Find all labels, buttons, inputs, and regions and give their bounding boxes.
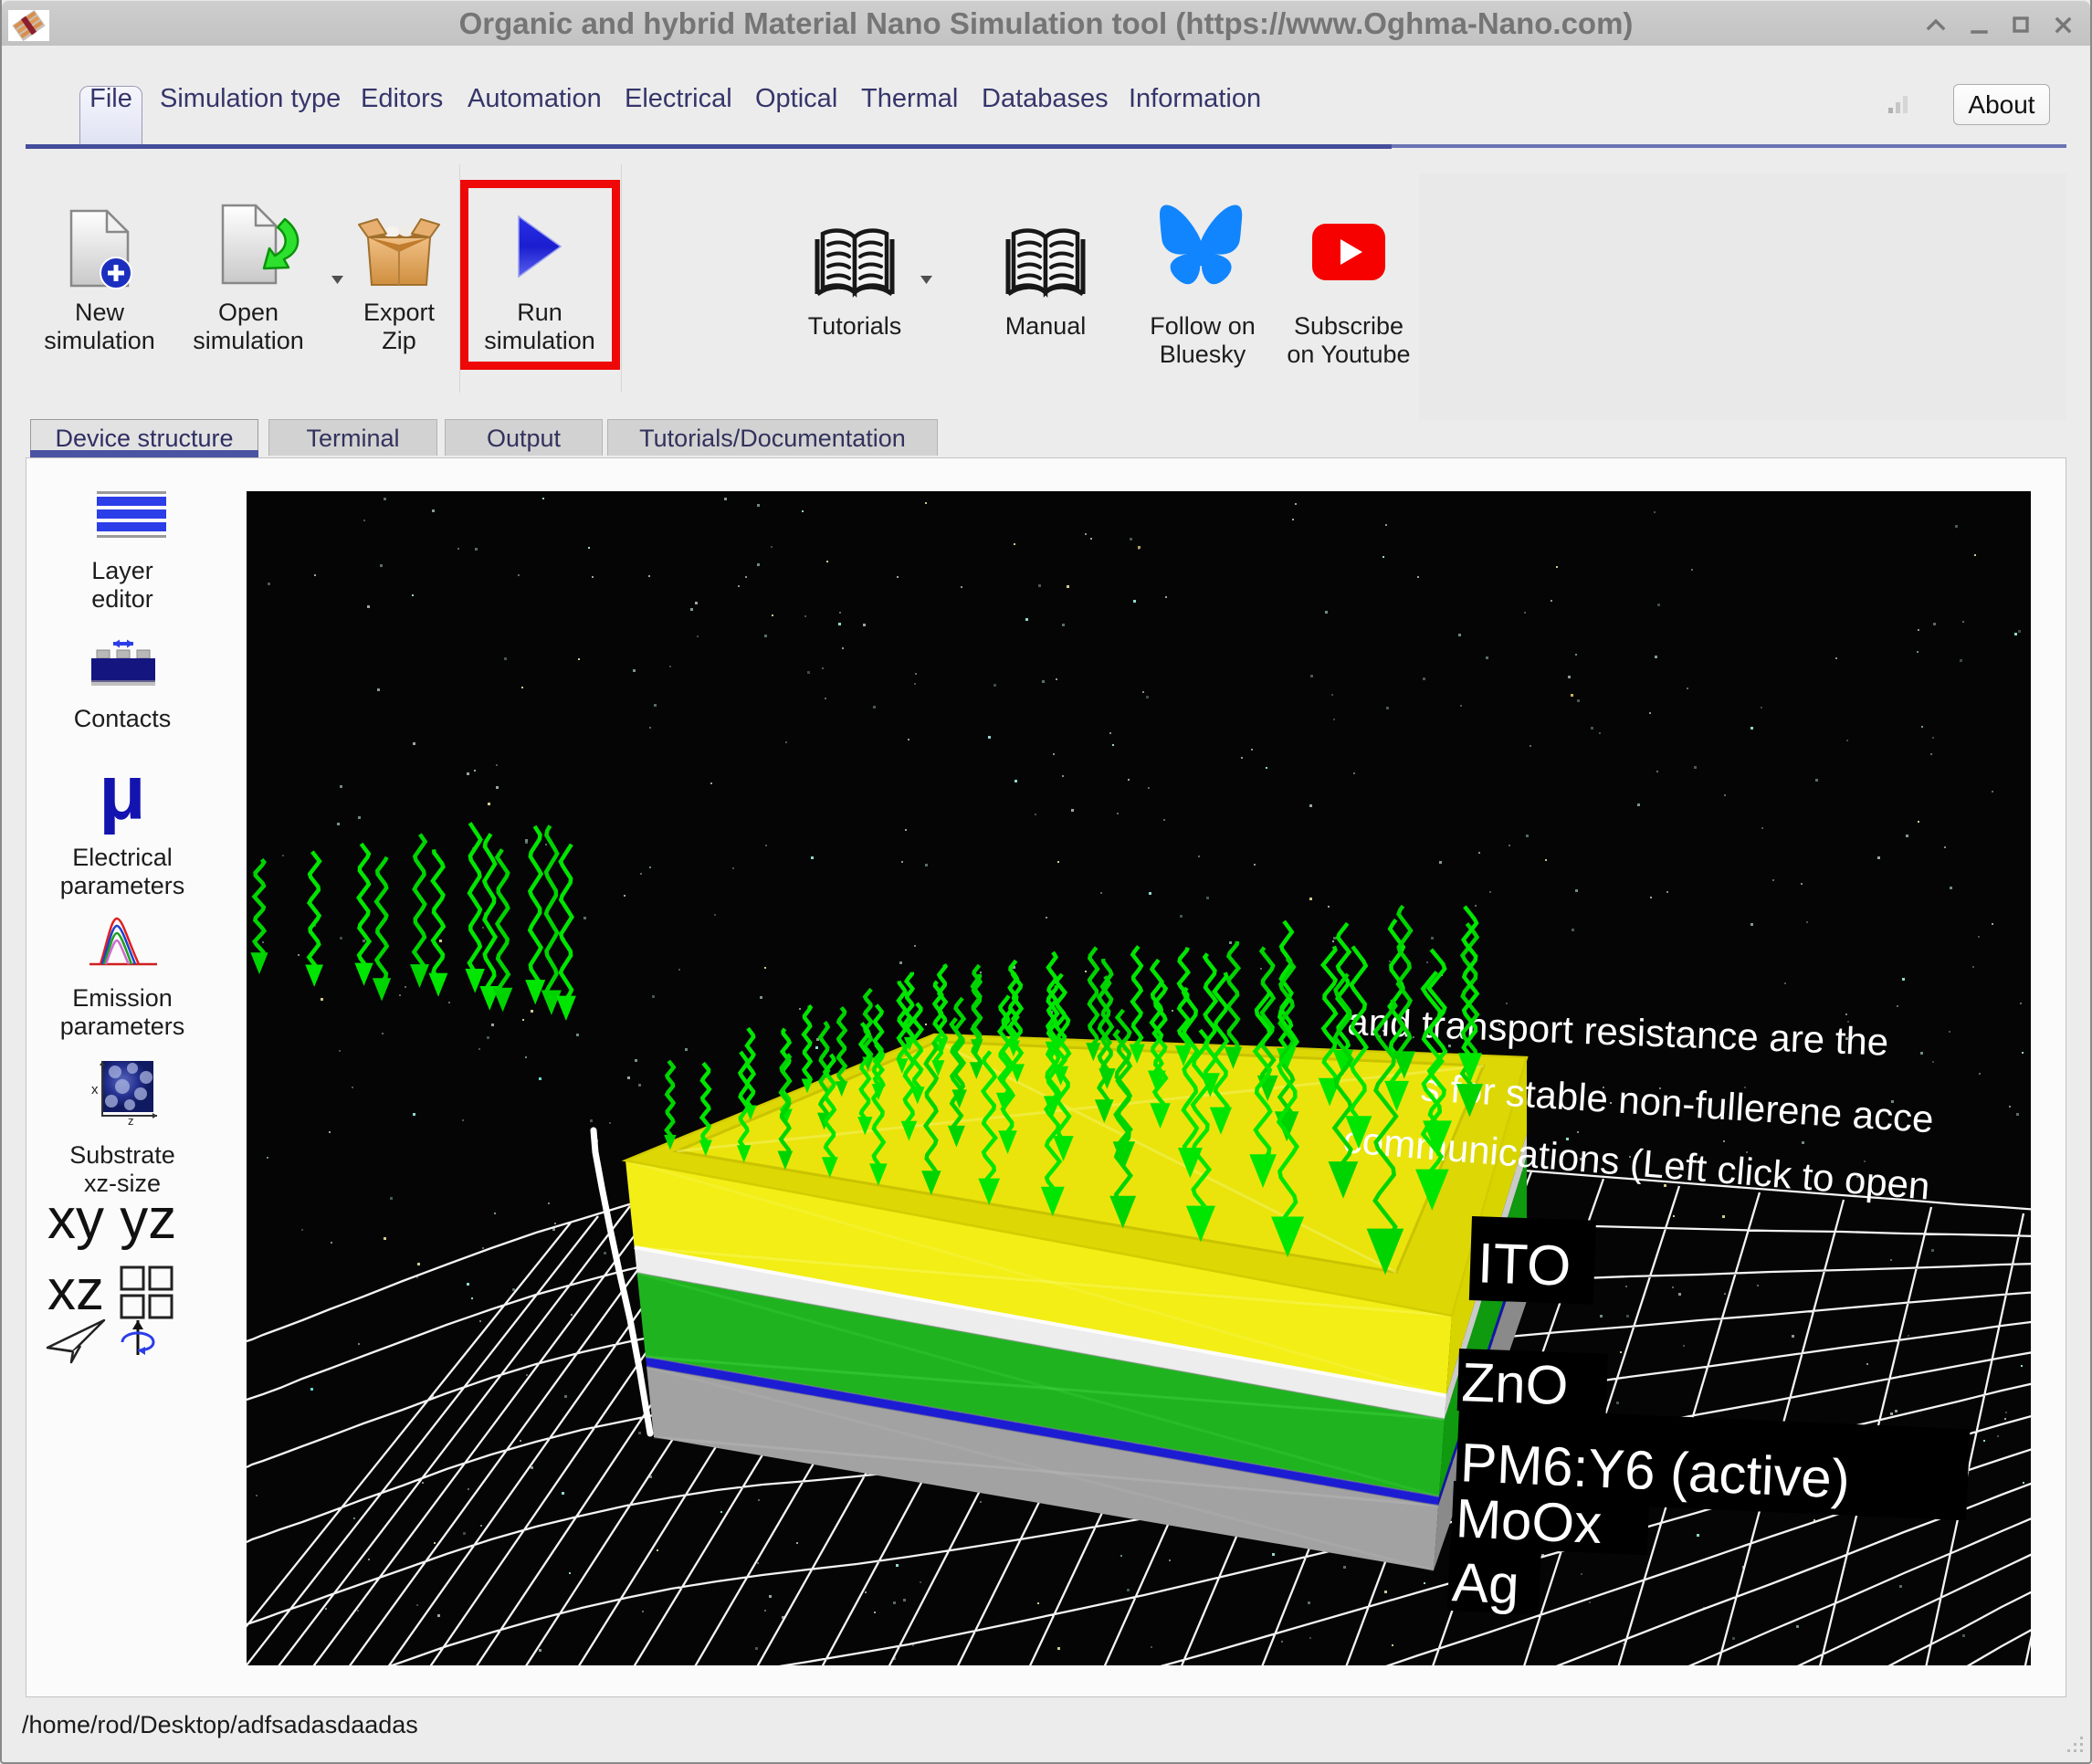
svg-text:MoOx: MoOx xyxy=(1455,1487,1603,1555)
svg-text:ITO: ITO xyxy=(1477,1232,1572,1298)
svg-text:Ag: Ag xyxy=(1451,1551,1520,1615)
svg-text:x: x xyxy=(91,1082,99,1097)
svg-text:z: z xyxy=(128,1114,134,1125)
svg-text:ZnO: ZnO xyxy=(1461,1351,1570,1416)
